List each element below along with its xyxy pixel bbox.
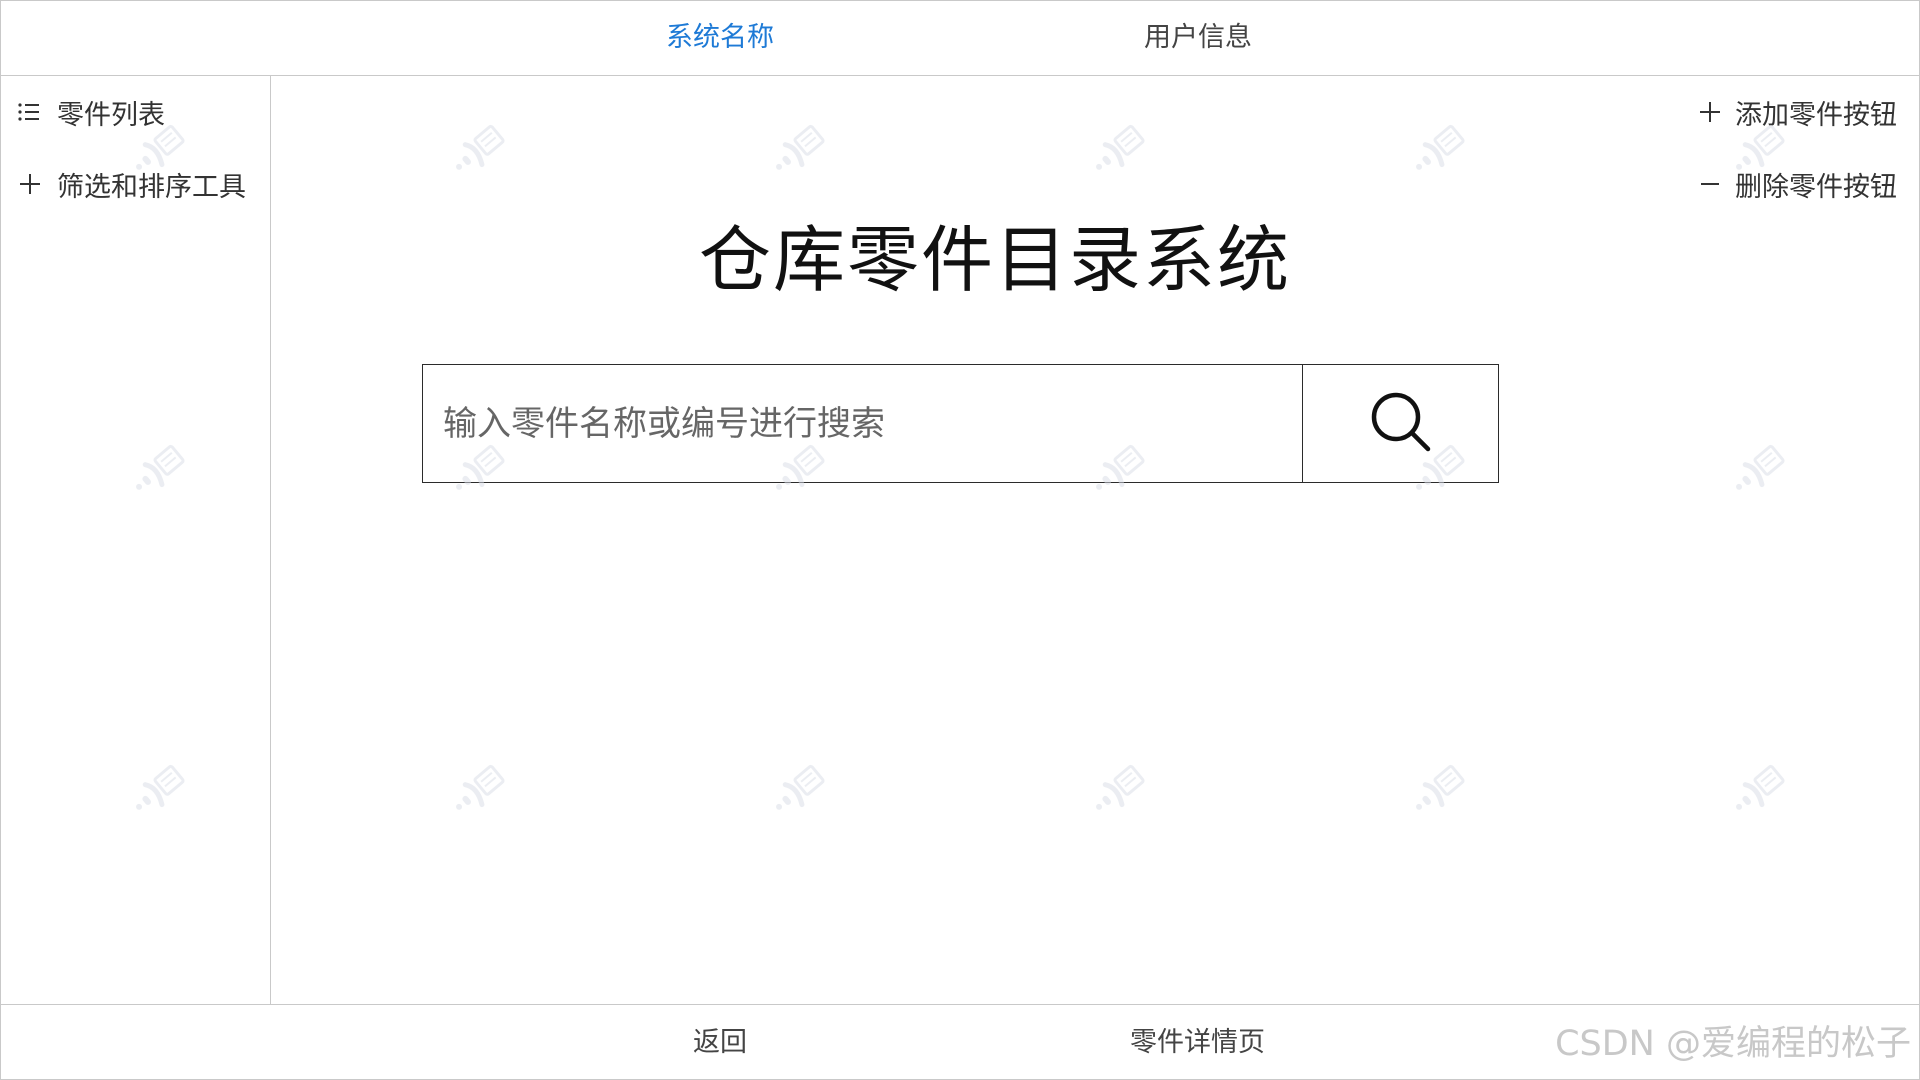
bottom-navbar: 返回 零件详情页 CSDN @爱编程的松子 bbox=[1, 1004, 1919, 1079]
add-part-label: 添加零件按钮 bbox=[1735, 99, 1897, 131]
add-part-button[interactable]: 添加零件按钮 bbox=[1697, 92, 1897, 132]
search-icon bbox=[1366, 387, 1436, 461]
sidebar-item-label: 零件列表 bbox=[57, 99, 165, 131]
sidebar-item-filter-sort[interactable]: 筛选和排序工具 bbox=[17, 164, 246, 204]
plus-icon bbox=[1697, 99, 1723, 125]
sidebar: 零件列表 筛选和排序工具 bbox=[1, 76, 271, 1004]
delete-part-button[interactable]: 删除零件按钮 bbox=[1697, 164, 1897, 204]
plus-icon bbox=[17, 171, 43, 197]
page-title: 仓库零件目录系统 bbox=[698, 218, 1291, 302]
minus-icon bbox=[1697, 171, 1723, 197]
search-input[interactable] bbox=[423, 365, 1303, 482]
back-link[interactable]: 返回 bbox=[693, 1005, 747, 1079]
sidebar-item-label: 筛选和排序工具 bbox=[57, 171, 246, 203]
delete-part-label: 删除零件按钮 bbox=[1735, 171, 1897, 203]
sidebar-item-part-list[interactable]: 零件列表 bbox=[17, 92, 165, 132]
list-icon bbox=[17, 99, 43, 125]
nav-system-name[interactable]: 系统名称 bbox=[666, 1, 774, 75]
main-content: 添加零件按钮 删除零件按钮 仓库零件目录系统 bbox=[271, 76, 1919, 1004]
app-window: 系统名称 用户信息 零件列表 筛选和排序工具 添加零件按钮 删除零件按钮 仓库零… bbox=[0, 0, 1920, 1080]
nav-user-info[interactable]: 用户信息 bbox=[1144, 1, 1252, 75]
top-navbar: 系统名称 用户信息 bbox=[1, 1, 1919, 76]
part-detail-link[interactable]: 零件详情页 bbox=[1130, 1005, 1265, 1079]
search-bar bbox=[422, 364, 1499, 483]
credit-watermark: CSDN @爱编程的松子 bbox=[1555, 1024, 1911, 1064]
search-button[interactable] bbox=[1303, 365, 1498, 482]
